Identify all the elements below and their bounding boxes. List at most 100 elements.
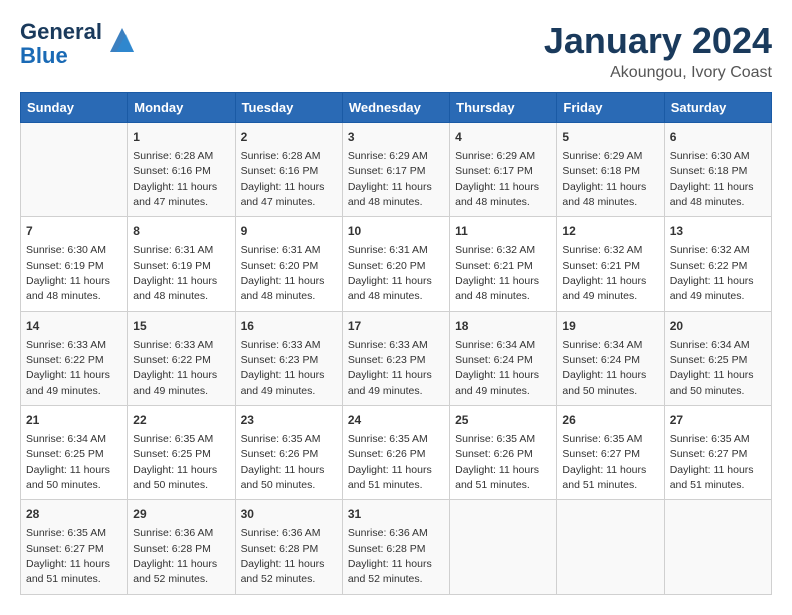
cell-text: Sunrise: 6:35 AM Sunset: 6:26 PM Dayligh… xyxy=(241,433,325,491)
day-number: 14 xyxy=(26,318,122,335)
day-number: 5 xyxy=(562,129,658,146)
cell-text: Sunrise: 6:31 AM Sunset: 6:20 PM Dayligh… xyxy=(348,244,432,302)
cell-text: Sunrise: 6:29 AM Sunset: 6:18 PM Dayligh… xyxy=(562,150,646,208)
calendar-cell: 22 Sunrise: 6:35 AM Sunset: 6:25 PM Dayli… xyxy=(128,406,235,500)
day-number: 21 xyxy=(26,412,122,429)
day-number: 10 xyxy=(348,223,444,240)
cell-text: Sunrise: 6:29 AM Sunset: 6:17 PM Dayligh… xyxy=(348,150,432,208)
calendar-cell xyxy=(664,500,771,594)
day-number: 8 xyxy=(133,223,229,240)
calendar-cell: 4 Sunrise: 6:29 AM Sunset: 6:17 PM Daylig… xyxy=(450,123,557,217)
calendar-table: SundayMondayTuesdayWednesdayThursdayFrid… xyxy=(20,92,772,595)
calendar-cell: 30 Sunrise: 6:36 AM Sunset: 6:28 PM Dayli… xyxy=(235,500,342,594)
cell-text: Sunrise: 6:32 AM Sunset: 6:21 PM Dayligh… xyxy=(455,244,539,302)
calendar-cell xyxy=(557,500,664,594)
cell-text: Sunrise: 6:28 AM Sunset: 6:16 PM Dayligh… xyxy=(133,150,217,208)
day-number: 20 xyxy=(670,318,766,335)
day-number: 18 xyxy=(455,318,551,335)
day-number: 30 xyxy=(241,506,337,523)
calendar-header-row: SundayMondayTuesdayWednesdayThursdayFrid… xyxy=(21,93,772,123)
day-number: 31 xyxy=(348,506,444,523)
day-number: 26 xyxy=(562,412,658,429)
calendar-cell: 18 Sunrise: 6:34 AM Sunset: 6:24 PM Dayli… xyxy=(450,311,557,405)
cell-text: Sunrise: 6:31 AM Sunset: 6:19 PM Dayligh… xyxy=(133,244,217,302)
calendar-cell: 31 Sunrise: 6:36 AM Sunset: 6:28 PM Dayli… xyxy=(342,500,449,594)
cell-text: Sunrise: 6:34 AM Sunset: 6:25 PM Dayligh… xyxy=(26,433,110,491)
week-row-2: 7 Sunrise: 6:30 AM Sunset: 6:19 PM Daylig… xyxy=(21,217,772,311)
day-number: 17 xyxy=(348,318,444,335)
day-number: 1 xyxy=(133,129,229,146)
col-header-saturday: Saturday xyxy=(664,93,771,123)
calendar-cell: 23 Sunrise: 6:35 AM Sunset: 6:26 PM Dayli… xyxy=(235,406,342,500)
cell-text: Sunrise: 6:32 AM Sunset: 6:22 PM Dayligh… xyxy=(670,244,754,302)
cell-text: Sunrise: 6:34 AM Sunset: 6:24 PM Dayligh… xyxy=(455,339,539,397)
calendar-cell: 26 Sunrise: 6:35 AM Sunset: 6:27 PM Dayli… xyxy=(557,406,664,500)
cell-text: Sunrise: 6:32 AM Sunset: 6:21 PM Dayligh… xyxy=(562,244,646,302)
calendar-cell xyxy=(21,123,128,217)
week-row-4: 21 Sunrise: 6:34 AM Sunset: 6:25 PM Dayli… xyxy=(21,406,772,500)
day-number: 3 xyxy=(348,129,444,146)
day-number: 19 xyxy=(562,318,658,335)
cell-text: Sunrise: 6:36 AM Sunset: 6:28 PM Dayligh… xyxy=(348,527,432,585)
calendar-cell: 21 Sunrise: 6:34 AM Sunset: 6:25 PM Dayli… xyxy=(21,406,128,500)
col-header-tuesday: Tuesday xyxy=(235,93,342,123)
week-row-5: 28Sunrise: 6:35 AM Sunset: 6:27 PM Dayli… xyxy=(21,500,772,594)
col-header-sunday: Sunday xyxy=(21,93,128,123)
day-number: 16 xyxy=(241,318,337,335)
calendar-cell: 16 Sunrise: 6:33 AM Sunset: 6:23 PM Dayli… xyxy=(235,311,342,405)
calendar-cell: 8 Sunrise: 6:31 AM Sunset: 6:19 PM Daylig… xyxy=(128,217,235,311)
cell-text: Sunrise: 6:28 AM Sunset: 6:16 PM Dayligh… xyxy=(241,150,325,208)
cell-text: Sunrise: 6:35 AM Sunset: 6:26 PM Dayligh… xyxy=(455,433,539,491)
day-number: 11 xyxy=(455,223,551,240)
page-header: General Blue January 2024 Akoungou, Ivor… xyxy=(20,20,772,82)
cell-text: Sunrise: 6:33 AM Sunset: 6:22 PM Dayligh… xyxy=(133,339,217,397)
day-number: 28 xyxy=(26,506,122,523)
day-number: 25 xyxy=(455,412,551,429)
calendar-cell: 15Sunrise: 6:33 AM Sunset: 6:22 PM Dayli… xyxy=(128,311,235,405)
col-header-wednesday: Wednesday xyxy=(342,93,449,123)
day-number: 4 xyxy=(455,129,551,146)
calendar-cell: 7 Sunrise: 6:30 AM Sunset: 6:19 PM Daylig… xyxy=(21,217,128,311)
day-number: 6 xyxy=(670,129,766,146)
day-number: 9 xyxy=(241,223,337,240)
logo: General Blue xyxy=(20,20,138,68)
calendar-cell: 1 Sunrise: 6:28 AM Sunset: 6:16 PM Daylig… xyxy=(128,123,235,217)
calendar-cell: 29 Sunrise: 6:36 AM Sunset: 6:28 PM Dayli… xyxy=(128,500,235,594)
cell-text: Sunrise: 6:30 AM Sunset: 6:19 PM Dayligh… xyxy=(26,244,110,302)
cell-text: Sunrise: 6:36 AM Sunset: 6:28 PM Dayligh… xyxy=(133,527,217,585)
calendar-cell: 14Sunrise: 6:33 AM Sunset: 6:22 PM Dayli… xyxy=(21,311,128,405)
logo-icon xyxy=(106,24,138,61)
calendar-cell: 25 Sunrise: 6:35 AM Sunset: 6:26 PM Dayli… xyxy=(450,406,557,500)
calendar-cell: 19Sunrise: 6:34 AM Sunset: 6:24 PM Dayli… xyxy=(557,311,664,405)
col-header-monday: Monday xyxy=(128,93,235,123)
day-number: 24 xyxy=(348,412,444,429)
calendar-cell xyxy=(450,500,557,594)
day-number: 23 xyxy=(241,412,337,429)
cell-text: Sunrise: 6:35 AM Sunset: 6:25 PM Dayligh… xyxy=(133,433,217,491)
calendar-cell: 5 Sunrise: 6:29 AM Sunset: 6:18 PM Daylig… xyxy=(557,123,664,217)
cell-text: Sunrise: 6:30 AM Sunset: 6:18 PM Dayligh… xyxy=(670,150,754,208)
cell-text: Sunrise: 6:33 AM Sunset: 6:23 PM Dayligh… xyxy=(348,339,432,397)
calendar-cell: 6 Sunrise: 6:30 AM Sunset: 6:18 PM Daylig… xyxy=(664,123,771,217)
day-number: 22 xyxy=(133,412,229,429)
calendar-cell: 20 Sunrise: 6:34 AM Sunset: 6:25 PM Dayli… xyxy=(664,311,771,405)
week-row-3: 14 Sunrise: 6:33 AM Sunset: 6:22 PM Dayli… xyxy=(21,311,772,405)
calendar-cell: 24Sunrise: 6:35 AM Sunset: 6:26 PM Dayli… xyxy=(342,406,449,500)
calendar-cell: 11 Sunrise: 6:32 AM Sunset: 6:21 PM Dayli… xyxy=(450,217,557,311)
cell-text: Sunrise: 6:29 AM Sunset: 6:17 PM Dayligh… xyxy=(455,150,539,208)
cell-text: Sunrise: 6:36 AM Sunset: 6:28 PM Dayligh… xyxy=(241,527,325,585)
day-number: 7 xyxy=(26,223,122,240)
calendar-cell: 13Sunrise: 6:32 AM Sunset: 6:22 PM Dayli… xyxy=(664,217,771,311)
cell-text: Sunrise: 6:31 AM Sunset: 6:20 PM Dayligh… xyxy=(241,244,325,302)
main-title: January 2024 xyxy=(544,20,772,62)
day-number: 2 xyxy=(241,129,337,146)
day-number: 29 xyxy=(133,506,229,523)
cell-text: Sunrise: 6:33 AM Sunset: 6:23 PM Dayligh… xyxy=(241,339,325,397)
calendar-cell: 12Sunrise: 6:32 AM Sunset: 6:21 PM Dayli… xyxy=(557,217,664,311)
col-header-thursday: Thursday xyxy=(450,93,557,123)
subtitle: Akoungou, Ivory Coast xyxy=(544,64,772,82)
logo-general: General xyxy=(20,19,102,44)
cell-text: Sunrise: 6:35 AM Sunset: 6:27 PM Dayligh… xyxy=(562,433,646,491)
cell-text: Sunrise: 6:34 AM Sunset: 6:25 PM Dayligh… xyxy=(670,339,754,397)
calendar-cell: 3 Sunrise: 6:29 AM Sunset: 6:17 PM Daylig… xyxy=(342,123,449,217)
